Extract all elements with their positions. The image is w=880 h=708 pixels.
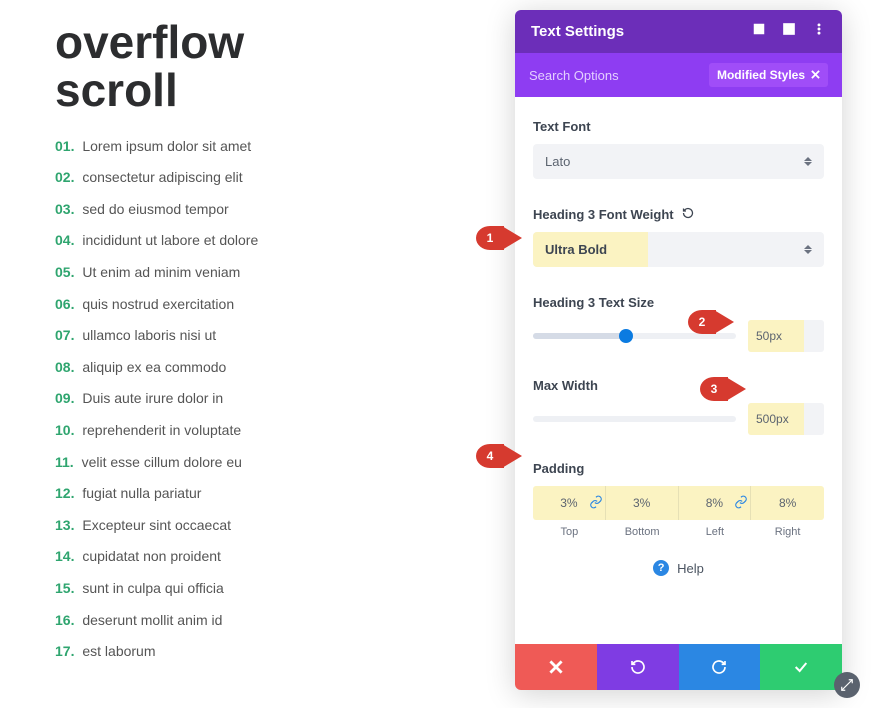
list-item: 17. est laborum xyxy=(55,642,455,662)
maxwidth-input[interactable]: 500px xyxy=(748,403,824,435)
panel-footer xyxy=(515,644,842,690)
annotation-callout: 1 xyxy=(476,226,504,250)
kebab-menu-icon[interactable] xyxy=(812,22,826,41)
list-item: 10. reprehenderit in voluptate xyxy=(55,421,455,441)
list-item: 01. Lorem ipsum dolor sit amet xyxy=(55,137,455,157)
link-icon[interactable] xyxy=(734,495,748,512)
annotation-callout: 4 xyxy=(476,444,504,468)
help-icon: ? xyxy=(653,560,669,576)
search-options-label[interactable]: Search Options xyxy=(529,68,619,83)
list-item: 04. incididunt ut labore et dolore xyxy=(55,231,455,251)
redo-button[interactable] xyxy=(679,644,761,690)
page-title: overflow scroll xyxy=(55,18,455,115)
close-icon[interactable] xyxy=(811,68,820,82)
panel-header: Text Settings xyxy=(515,10,842,53)
maxwidth-slider[interactable] xyxy=(533,416,736,422)
link-icon[interactable] xyxy=(589,495,603,512)
document-preview: overflow scroll 01. Lorem ipsum dolor si… xyxy=(55,18,455,674)
list-item: 08. aliquip ex ea commodo xyxy=(55,358,455,378)
slider-thumb[interactable] xyxy=(619,329,633,343)
font-select[interactable]: Lato xyxy=(533,144,824,179)
resize-handle[interactable] xyxy=(834,672,860,698)
list-item: 15. sunt in culpa qui officia xyxy=(55,579,455,599)
panel-subheader: Search Options Modified Styles xyxy=(515,53,842,97)
list-item: 11. velit esse cillum dolore eu xyxy=(55,453,455,473)
list-item: 07. ullamco laboris nisi ut xyxy=(55,326,455,346)
panel-title: Text Settings xyxy=(531,23,624,40)
padding-top-input[interactable]: 3% xyxy=(533,486,606,520)
weight-label: Heading 3 Font Weight xyxy=(533,207,824,222)
list-item: 02. consectetur adipiscing elit xyxy=(55,168,455,188)
list-item: 16. deserunt mollit anim id xyxy=(55,611,455,631)
annotation-callout: 2 xyxy=(688,310,716,334)
maxwidth-label: Max Width xyxy=(533,378,824,393)
save-button[interactable] xyxy=(760,644,842,690)
modified-styles-pill[interactable]: Modified Styles xyxy=(709,63,828,87)
settings-panel: Text Settings Search Options Modified St… xyxy=(515,10,842,690)
cancel-button[interactable] xyxy=(515,644,597,690)
padding-inputs: 3% 3% 8% 8% xyxy=(533,486,824,520)
list-item: 06. quis nostrud exercitation xyxy=(55,295,455,315)
list-item: 05. Ut enim ad minim veniam xyxy=(55,263,455,283)
list-item: 13. Excepteur sint occaecat xyxy=(55,516,455,536)
reset-icon[interactable] xyxy=(682,207,694,222)
chevron-updown-icon xyxy=(804,245,812,254)
padding-right-input[interactable]: 8% xyxy=(751,486,824,520)
list-item: 03. sed do eiusmod tempor xyxy=(55,200,455,220)
font-label: Text Font xyxy=(533,119,824,134)
chevron-updown-icon xyxy=(804,157,812,166)
padding-bottom-input[interactable]: 3% xyxy=(606,486,679,520)
help-link[interactable]: ? Help xyxy=(533,560,824,576)
size-input[interactable]: 50px xyxy=(748,320,824,352)
size-label: Heading 3 Text Size xyxy=(533,295,824,310)
content-list: 01. Lorem ipsum dolor sit amet 02. consec… xyxy=(55,137,455,662)
annotation-callout: 3 xyxy=(700,377,728,401)
padding-label: Padding xyxy=(533,461,824,476)
layout-icon[interactable] xyxy=(782,22,796,41)
padding-labels: Top Bottom Left Right xyxy=(533,526,824,538)
undo-button[interactable] xyxy=(597,644,679,690)
list-item: 09. Duis aute irure dolor in xyxy=(55,389,455,409)
list-item: 14. cupidatat non proident xyxy=(55,547,455,567)
panel-body: Text Font Lato Heading 3 Font Weight Ult… xyxy=(515,97,842,644)
list-item: 12. fugiat nulla pariatur xyxy=(55,484,455,504)
padding-left-input[interactable]: 8% xyxy=(679,486,752,520)
expand-icon[interactable] xyxy=(752,22,766,41)
weight-select[interactable]: Ultra Bold xyxy=(533,232,824,267)
